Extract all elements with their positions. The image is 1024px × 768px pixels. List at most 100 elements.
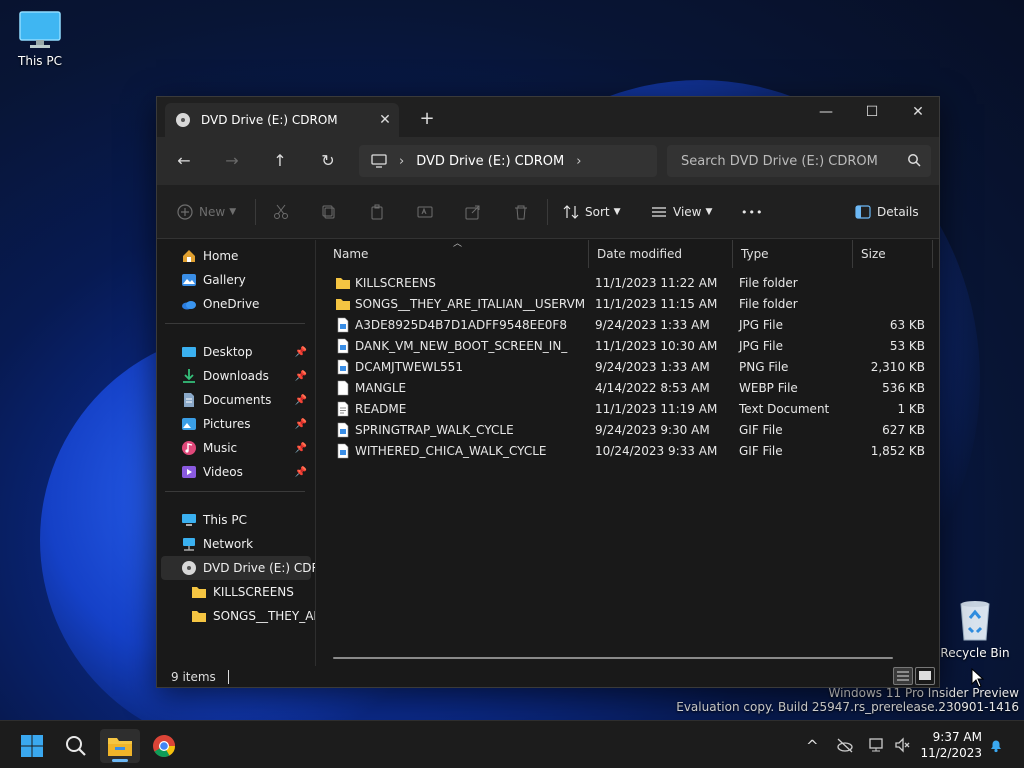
sidebar-item-documents[interactable]: Documents 📌 (161, 388, 311, 412)
sidebar-divider (165, 323, 305, 324)
sidebar-item-songs-folder[interactable]: SONGS__THEY_ARE (161, 604, 315, 628)
desktop-icon (182, 347, 196, 357)
file-row[interactable]: A3DE8925D4B7D1ADFF9548EE0F8 9/24/2023 1:3… (333, 315, 933, 336)
sidebar-item-this-pc[interactable]: This PC (161, 508, 311, 532)
details-label: Details (877, 205, 919, 219)
sidebar-item-label: Documents (203, 393, 272, 407)
sidebar-divider (165, 491, 305, 492)
file-row[interactable]: SONGS__THEY_ARE_ITALIAN__USERVM 11/1/2023… (333, 294, 933, 315)
clock[interactable]: 9:37 AM 11/2/2023 (920, 729, 982, 761)
column-header-label: Name (333, 247, 369, 261)
sidebar-item-downloads[interactable]: Downloads 📌 (161, 364, 311, 388)
forward-button[interactable]: → (217, 147, 247, 175)
view-button[interactable]: View ▼ (651, 199, 712, 225)
file-type: JPG File (739, 339, 783, 353)
tab-close-icon[interactable]: ✕ (371, 112, 399, 128)
cloud-offline-icon[interactable] (836, 737, 854, 753)
sidebar-item-pictures[interactable]: Pictures 📌 (161, 412, 311, 436)
file-date-modified: 9/24/2023 9:30 AM (595, 423, 710, 437)
see-more-button[interactable]: ••• (741, 199, 763, 225)
breadcrumb-separator[interactable]: › (576, 154, 581, 169)
share-button[interactable] (465, 199, 481, 225)
sidebar-item-videos[interactable]: Videos 📌 (161, 460, 311, 484)
network-status-icon[interactable] (868, 737, 886, 753)
address-bar[interactable]: › DVD Drive (E:) CDROM › (359, 145, 657, 177)
copy-button[interactable] (321, 199, 337, 225)
file-type: File folder (739, 276, 798, 290)
file-row[interactable]: README 11/1/2023 11:19 AM Text Document 1 K… (333, 399, 933, 420)
sidebar-item-home[interactable]: Home (161, 244, 311, 268)
file-row[interactable]: WITHERED_CHICA_WALK_CYCLE 10/24/2023 9:33… (333, 441, 933, 462)
file-row[interactable]: KILLSCREENS 11/1/2023 11:22 AM File folder (333, 273, 933, 294)
search-button[interactable] (56, 729, 96, 763)
column-header-label: Date modified (597, 247, 683, 261)
details-pane-button[interactable]: Details (855, 199, 919, 225)
minimize-button[interactable]: — (803, 97, 849, 129)
sidebar-item-killscreens[interactable]: KILLSCREENS (161, 580, 311, 604)
maximize-button[interactable]: ☐ (849, 97, 895, 129)
file-row[interactable]: MANGLE 4/14/2022 8:53 AM WEBP File 536 KB (333, 378, 933, 399)
refresh-button[interactable]: ↻ (313, 147, 343, 175)
clipboard-icon (371, 204, 383, 220)
cut-button[interactable] (273, 199, 289, 225)
file-icon (335, 380, 351, 399)
file-size: 1 KB (897, 402, 925, 416)
column-header-type[interactable]: Type (733, 240, 853, 268)
sidebar-item-network[interactable]: Network (161, 532, 311, 556)
navigation-pane: Home Gallery OneDrive Desktop 📌 Download… (157, 240, 315, 660)
tiles-view-toggle[interactable] (915, 667, 935, 685)
sidebar-item-dvd-drive[interactable]: DVD Drive (E:) CDRO (161, 556, 315, 580)
notification-bell-icon[interactable] (988, 737, 1004, 753)
delete-button[interactable] (513, 199, 529, 225)
new-label: New (199, 205, 226, 219)
file-date-modified: 11/1/2023 10:30 AM (595, 339, 718, 353)
rename-icon (417, 206, 433, 218)
sidebar-item-onedrive[interactable]: OneDrive (161, 292, 311, 316)
file-type: GIF File (739, 444, 783, 458)
new-tab-button[interactable]: + (415, 107, 439, 131)
folder-icon (108, 738, 132, 756)
list-view-icon (652, 207, 666, 217)
sidebar-item-label: Home (203, 249, 239, 263)
sidebar-item-label: SONGS__THEY_ARE (213, 609, 315, 623)
file-name: README (355, 402, 407, 416)
file-row[interactable]: DANK_VM_NEW_BOOT_SCREEN_IN_ 11/1/2023 10:… (333, 336, 933, 357)
sort-ascending-icon: ︿ (453, 239, 463, 249)
volume-muted-icon[interactable] (894, 737, 912, 753)
details-view-icon (897, 671, 909, 681)
rename-button[interactable] (417, 199, 433, 225)
document-icon (184, 393, 194, 407)
sidebar-item-desktop[interactable]: Desktop 📌 (161, 340, 311, 364)
start-button[interactable] (12, 729, 52, 763)
horizontal-scrollbar[interactable] (333, 657, 893, 659)
pin-icon: 📌 (294, 394, 307, 406)
file-row[interactable]: DCAMJTWEWL551 9/24/2023 1:33 AM PNG File 2,… (333, 357, 933, 378)
file-size: 53 KB (889, 339, 925, 353)
sidebar-item-music[interactable]: Music 📌 (161, 436, 311, 460)
up-button[interactable]: ↑ (265, 147, 295, 175)
sidebar-item-label: KILLSCREENS (213, 585, 294, 599)
chrome-taskbar-button[interactable] (144, 729, 184, 763)
paste-button[interactable] (369, 199, 385, 225)
file-explorer-taskbar-button[interactable] (100, 729, 140, 763)
breadcrumb-dvd-drive[interactable]: DVD Drive (E:) CDROM (416, 154, 564, 169)
desktop-icon-this-pc[interactable]: This PC (0, 10, 80, 68)
pane-splitter[interactable] (315, 240, 316, 666)
back-button[interactable]: ← (169, 147, 199, 175)
breadcrumb-separator: › (399, 153, 405, 169)
close-button[interactable]: ✕ (895, 97, 941, 129)
navigation-bar: ← → ↑ ↻ › DVD Drive (E:) CDROM › Search … (157, 137, 939, 185)
details-view-toggle[interactable] (893, 667, 913, 685)
sort-button[interactable]: Sort ▼ (563, 199, 621, 225)
sidebar-item-gallery[interactable]: Gallery (161, 268, 311, 292)
column-header-size[interactable]: Size (853, 240, 933, 268)
new-button[interactable]: New ▼ (177, 199, 236, 225)
file-name: A3DE8925D4B7D1ADFF9548EE0F8 (355, 318, 567, 332)
column-header-date[interactable]: Date modified (589, 240, 733, 268)
show-hidden-icons-button[interactable]: ^ (806, 737, 819, 755)
copy-icon (322, 205, 335, 219)
search-input[interactable]: Search DVD Drive (E:) CDROM (667, 145, 931, 177)
tab-dvd-drive[interactable]: DVD Drive (E:) CDROM ✕ (165, 103, 399, 137)
desktop-icon-recycle-bin[interactable]: Recycle Bin (935, 598, 1015, 660)
file-row[interactable]: SPRINGTRAP_WALK_CYCLE 9/24/2023 9:30 AM GI… (333, 420, 933, 441)
